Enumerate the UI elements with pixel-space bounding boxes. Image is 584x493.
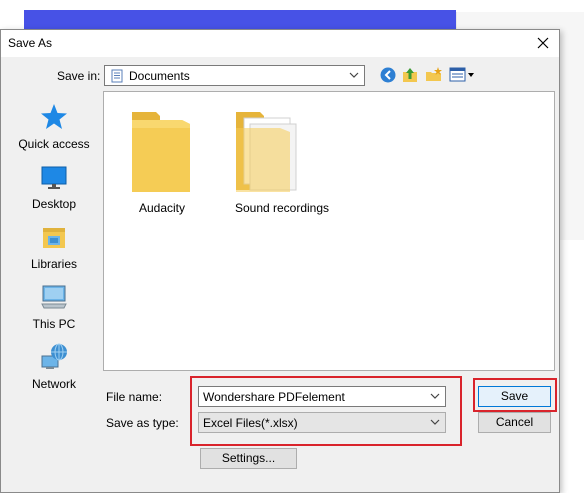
chevron-down-icon [349, 72, 359, 78]
places-bar: Quick access Desktop Libraries This PC N… [6, 92, 102, 484]
place-network[interactable]: Network [6, 340, 102, 398]
place-label: This PC [32, 317, 76, 331]
place-desktop[interactable]: Desktop [6, 160, 102, 218]
title-bar: Save As [1, 30, 559, 57]
close-icon[interactable] [533, 33, 553, 53]
view-menu-icon[interactable] [449, 66, 475, 84]
save-in-dropdown[interactable]: Documents [104, 65, 365, 86]
screen: Save As Save in: Documents Quick access … [0, 0, 584, 493]
file-list[interactable]: Audacity Sound recordings [103, 91, 555, 371]
new-folder-icon[interactable] [425, 66, 443, 84]
network-icon [41, 343, 67, 369]
save-button[interactable]: Save [478, 386, 551, 407]
file-name: Sound recordings [234, 201, 330, 215]
file-name-input[interactable]: Wondershare PDFelement [198, 386, 446, 407]
back-icon[interactable] [379, 66, 397, 84]
place-label: Desktop [31, 197, 77, 211]
libraries-icon [43, 228, 65, 248]
documents-icon [111, 69, 123, 83]
place-libraries[interactable]: Libraries [6, 220, 102, 278]
place-this-pc[interactable]: This PC [6, 280, 102, 338]
up-folder-icon[interactable] [401, 66, 419, 84]
settings-button[interactable]: Settings... [200, 448, 297, 469]
chevron-down-icon [430, 393, 440, 399]
cancel-button[interactable]: Cancel [478, 412, 551, 433]
save-as-dialog: Save As Save in: Documents Quick access … [0, 29, 560, 493]
desktop-icon [41, 166, 67, 189]
this-pc-icon [41, 285, 67, 309]
save-as-type-dropdown[interactable]: Excel Files(*.xlsx) [198, 412, 446, 433]
folder-icon [132, 112, 190, 192]
save-as-type-value: Excel Files(*.xlsx) [203, 416, 298, 430]
dialog-title: Save As [8, 36, 53, 50]
save-in-value: Documents [129, 69, 190, 83]
chevron-down-icon [430, 419, 440, 425]
place-label: Network [31, 377, 76, 391]
file-name-value: Wondershare PDFelement [203, 390, 345, 404]
file-name-label: File name: [106, 390, 163, 404]
save-in-label: Save in: [57, 69, 101, 83]
file-item-audacity[interactable]: Audacity [106, 92, 226, 222]
quick-access-star-icon [41, 104, 67, 129]
place-label: Libraries [30, 257, 78, 271]
folder-with-files-icon [236, 112, 297, 192]
file-item-sound-recordings[interactable]: Sound recordings [216, 92, 356, 222]
file-name: Audacity [138, 201, 186, 215]
place-label: Quick access [18, 137, 90, 151]
place-quick-access[interactable]: Quick access [6, 100, 102, 158]
save-as-type-label: Save as type: [106, 416, 179, 430]
